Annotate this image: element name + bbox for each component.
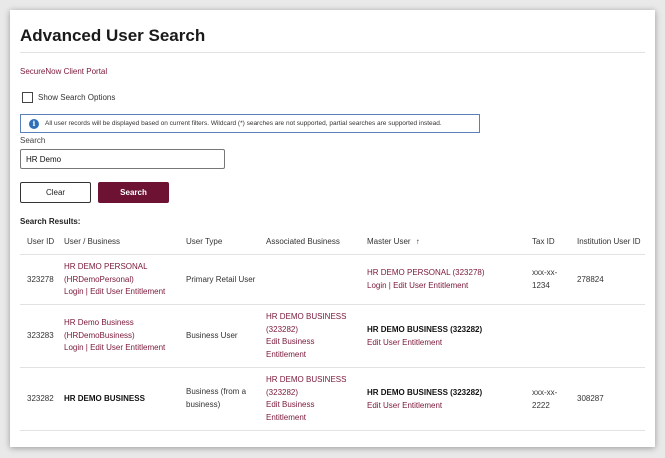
row3-user-type: Business (from a business) bbox=[186, 386, 246, 411]
sort-up-icon: ↑ bbox=[415, 237, 420, 246]
search-label: Search bbox=[20, 136, 46, 145]
row3-assoc-name-link[interactable]: HR DEMO BUSINESS bbox=[266, 374, 346, 387]
row2-master-actions-link[interactable]: Edit User Entitlement bbox=[367, 337, 482, 350]
col-header-associated-business[interactable]: Associated Business bbox=[266, 237, 340, 246]
row2-edit-business-link[interactable]: Edit Business bbox=[266, 336, 346, 349]
title-divider bbox=[20, 52, 645, 53]
col-header-user-id[interactable]: User ID bbox=[27, 237, 54, 246]
row-divider bbox=[20, 304, 645, 305]
row3-tax-id: xxx-xx- 2222 bbox=[532, 387, 557, 412]
row1-user-actions-link[interactable]: Login | Edit User Entitlement bbox=[64, 286, 165, 299]
row1-tax-id: xxx-xx- 1234 bbox=[532, 267, 557, 292]
row2-user-name-link[interactable]: HR Demo Business bbox=[64, 317, 165, 330]
row3-master-user: HR DEMO BUSINESS (323282) Edit User Enti… bbox=[367, 387, 482, 412]
main-card: Advanced User Search SecureNow Client Po… bbox=[10, 10, 655, 447]
row3-user-type-line1: Business (from a bbox=[186, 387, 247, 396]
row3-edit-business-link[interactable]: Edit Business bbox=[266, 399, 346, 412]
col-header-user-business[interactable]: User / Business bbox=[64, 237, 120, 246]
search-input[interactable] bbox=[20, 149, 225, 169]
row1-master-user: HR DEMO PERSONAL (323278) Login | Edit U… bbox=[367, 267, 485, 292]
row1-institution-user-id: 278824 bbox=[577, 275, 604, 284]
row-divider bbox=[20, 430, 645, 431]
clear-button[interactable]: Clear bbox=[20, 182, 91, 203]
page-title: Advanced User Search bbox=[20, 26, 206, 45]
row2-user-actions-link[interactable]: Login | Edit User Entitlement bbox=[64, 342, 165, 355]
row3-institution-user-id: 308287 bbox=[577, 394, 604, 403]
row3-user-type-line2: business) bbox=[186, 399, 221, 409]
show-search-options[interactable]: Show Search Options bbox=[22, 92, 115, 103]
row2-associated-business: HR DEMO BUSINESS (323282) Edit Business … bbox=[266, 311, 346, 361]
row2-user-id: 323283 bbox=[27, 331, 54, 340]
row2-assoc-name-link[interactable]: HR DEMO BUSINESS bbox=[266, 311, 346, 324]
row1-user-handle[interactable]: (HRDemoPersonal) bbox=[64, 274, 165, 287]
row1-user-business: HR DEMO PERSONAL (HRDemoPersonal) Login … bbox=[64, 261, 165, 299]
row3-user-id: 323282 bbox=[27, 394, 54, 403]
row1-user-name-link[interactable]: HR DEMO PERSONAL bbox=[64, 261, 165, 274]
row2-assoc-id[interactable]: (323282) bbox=[266, 324, 346, 337]
row3-master-user-name: HR DEMO BUSINESS (323282) bbox=[367, 388, 483, 397]
row2-edit-business-link-cont[interactable]: Entitlement bbox=[266, 349, 346, 362]
row1-user-type: Primary Retail User bbox=[186, 275, 256, 284]
info-message: All user records will be displayed based… bbox=[45, 120, 442, 127]
row3-user-business: HR DEMO BUSINESS bbox=[64, 394, 145, 403]
row2-user-handle[interactable]: (HRDemoBusiness) bbox=[64, 330, 165, 343]
row2-master-user: HR DEMO BUSINESS (323282) Edit User Enti… bbox=[367, 324, 482, 349]
row2-user-business: HR Demo Business (HRDemoBusiness) Login … bbox=[64, 317, 165, 355]
row1-master-user-link[interactable]: HR DEMO PERSONAL (323278) bbox=[367, 267, 485, 280]
show-search-options-checkbox[interactable] bbox=[22, 92, 33, 103]
row3-assoc-id[interactable]: (323282) bbox=[266, 387, 346, 400]
row3-tax-id-part2: 2222 bbox=[532, 400, 550, 410]
col-header-master-user[interactable]: Master User ↑ bbox=[367, 237, 420, 246]
header-divider bbox=[20, 254, 645, 255]
col-header-institution-user-id[interactable]: Institution User ID bbox=[577, 237, 641, 246]
col-header-tax-id[interactable]: Tax ID bbox=[532, 237, 555, 246]
col-header-user-type[interactable]: User Type bbox=[186, 237, 222, 246]
info-icon: i bbox=[29, 118, 39, 129]
row1-master-actions-link[interactable]: Login | Edit User Entitlement bbox=[367, 280, 485, 293]
row1-tax-id-part1: xxx-xx- bbox=[532, 268, 558, 277]
row2-master-user-name: HR DEMO BUSINESS (323282) bbox=[367, 325, 483, 334]
row2-user-type: Business User bbox=[186, 331, 238, 340]
search-button[interactable]: Search bbox=[98, 182, 169, 203]
info-banner: i All user records will be displayed bas… bbox=[20, 114, 480, 133]
row1-tax-id-part2: 1234 bbox=[532, 280, 550, 290]
row1-user-id: 323278 bbox=[27, 275, 54, 284]
col-header-master-user-label: Master User bbox=[367, 237, 411, 246]
search-results-label: Search Results: bbox=[20, 217, 81, 226]
row3-tax-id-part1: xxx-xx- bbox=[532, 388, 558, 397]
row-divider bbox=[20, 367, 645, 368]
show-search-options-label: Show Search Options bbox=[38, 93, 116, 102]
portal-link[interactable]: SecureNow Client Portal bbox=[20, 67, 107, 76]
row3-associated-business: HR DEMO BUSINESS (323282) Edit Business … bbox=[266, 374, 346, 424]
row3-edit-business-link-cont[interactable]: Entitlement bbox=[266, 412, 346, 425]
row3-master-actions-link[interactable]: Edit User Entitlement bbox=[367, 400, 482, 413]
